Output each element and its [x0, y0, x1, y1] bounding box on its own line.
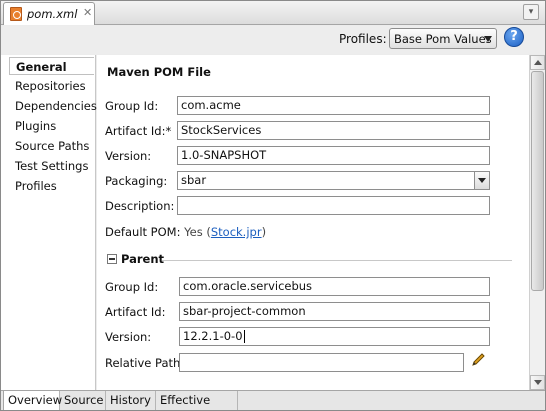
profiles-dropdown[interactable]: Base Pom Values [389, 28, 497, 49]
chevron-down-icon [484, 36, 492, 42]
section-nav: General Repositories Dependencies Plugin… [1, 55, 97, 390]
tab-source[interactable]: Source [60, 391, 106, 410]
editor-tab-label: pom.xml [27, 7, 78, 21]
parent-version-label: Version: [105, 330, 152, 344]
editor-tab-strip: pom.xml ✕ ▾ [1, 1, 545, 25]
profiles-toolbar: Profiles: Base Pom Values ? [1, 26, 545, 54]
nav-item-plugins[interactable]: Plugins [9, 117, 94, 135]
packaging-combobox[interactable]: sbar [177, 171, 490, 190]
default-pom-link[interactable]: Stock.jpr [211, 225, 262, 239]
section-divider [162, 260, 512, 261]
editor-view-tabs: Overview Source History Effective POM [1, 390, 545, 410]
text-cursor [243, 330, 245, 343]
profiles-label: Profiles: [339, 32, 387, 46]
parent-section-header[interactable]: Parent [107, 252, 512, 267]
pencil-icon[interactable] [470, 352, 486, 368]
artifact-id-field[interactable]: StockServices [177, 121, 490, 140]
parent-artifact-id-field[interactable]: sbar-project-common [179, 302, 490, 321]
tab-list-dropdown-icon[interactable]: ▾ [523, 4, 539, 20]
tab-overview[interactable]: Overview [3, 391, 62, 410]
version-field[interactable]: 1.0-SNAPSHOT [177, 146, 490, 165]
vertical-scrollbar[interactable] [529, 55, 545, 390]
editor-tab-pom-xml[interactable]: pom.xml ✕ [3, 2, 95, 25]
packaging-value: sbar [181, 173, 207, 187]
relative-path-field[interactable] [179, 353, 464, 372]
pom-editor-window: pom.xml ✕ ▾ Profiles: Base Pom Values ? … [0, 0, 546, 411]
description-label: Description: [105, 199, 175, 213]
close-tab-icon[interactable]: ✕ [83, 6, 92, 19]
tab-history[interactable]: History [106, 391, 156, 410]
artifact-id-label: Artifact Id:* [105, 124, 172, 138]
group-id-label: Group Id: [105, 99, 159, 113]
nav-item-test-settings[interactable]: Test Settings [9, 157, 94, 175]
parent-group-id-label: Group Id: [105, 280, 159, 294]
help-icon[interactable]: ? [504, 27, 524, 47]
chevron-down-icon[interactable] [474, 172, 489, 189]
description-field[interactable] [177, 196, 490, 215]
parent-version-value: 12.2.1-0-0 [183, 329, 243, 343]
default-pom-label: Default POM: [105, 225, 181, 239]
packaging-label: Packaging: [105, 174, 168, 188]
parent-artifact-id-label: Artifact Id: [105, 305, 166, 319]
parent-group-id-field[interactable]: com.oracle.servicebus [179, 277, 490, 296]
scroll-thumb[interactable] [531, 71, 544, 291]
default-pom-row: Default POM: Yes (Stock.jpr) [105, 225, 267, 239]
nav-item-dependencies[interactable]: Dependencies [9, 97, 97, 115]
nav-item-repositories[interactable]: Repositories [9, 77, 94, 95]
group-id-field[interactable]: com.acme [177, 96, 490, 115]
nav-item-source-paths[interactable]: Source Paths [9, 137, 94, 155]
profiles-selected-value: Base Pom Values [394, 32, 492, 46]
collapse-icon[interactable] [107, 254, 117, 264]
tab-effective-pom[interactable]: Effective POM [156, 391, 238, 410]
page-title: Maven POM File [107, 65, 211, 79]
xml-file-icon [10, 7, 22, 21]
nav-item-profiles[interactable]: Profiles [9, 177, 94, 195]
nav-item-general[interactable]: General [9, 57, 94, 75]
parent-version-field[interactable]: 12.2.1-0-0 [179, 327, 490, 346]
relative-path-label: Relative Path: [105, 356, 185, 370]
version-label: Version: [105, 149, 152, 163]
general-panel: Maven POM File Group Id: com.acme Artifa… [97, 55, 529, 390]
scroll-up-icon[interactable] [530, 55, 545, 70]
parent-section-title: Parent [121, 252, 165, 266]
scroll-down-icon[interactable] [530, 375, 545, 390]
default-pom-yes: Yes [184, 225, 203, 239]
